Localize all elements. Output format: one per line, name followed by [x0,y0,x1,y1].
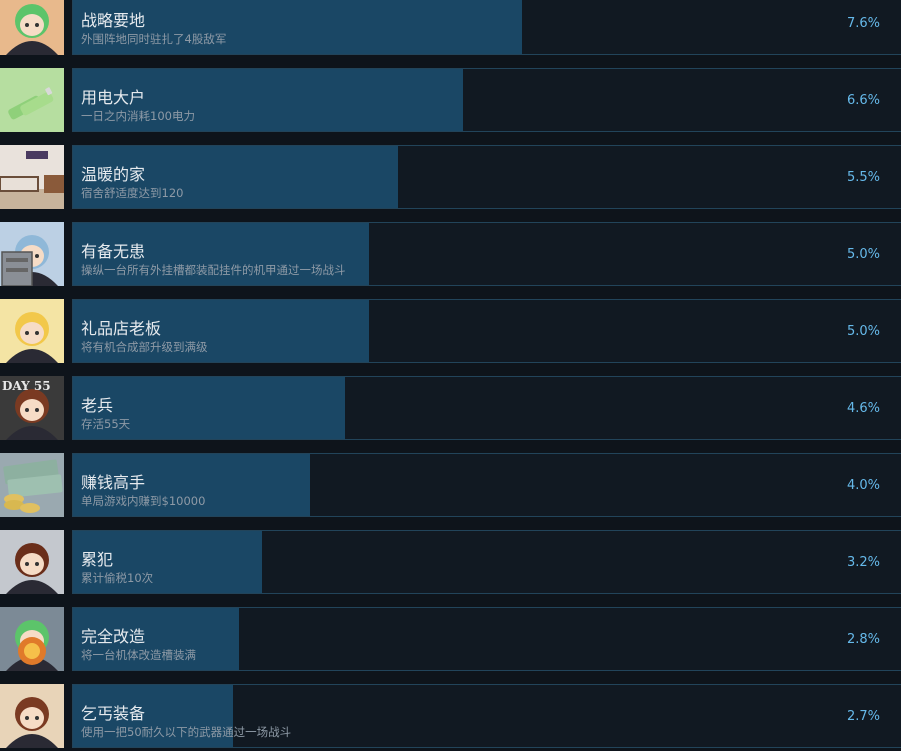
svg-text:DAY 55: DAY 55 [2,379,51,393]
achievement-row[interactable]: 完全改造将一台机体改造槽装满 2.8% [0,607,901,671]
achievement-icon-strategic-point [0,0,64,55]
achievement-description: 使用一把50耐久以下的武器通过一场战斗 [81,725,292,739]
achievement-panel: 累犯累计偷税10次 3.2% [72,530,901,594]
achievement-panel: 温暖的家宿舍舒适度达到120 5.5% [72,145,901,209]
achievement-icon-battery [0,68,64,132]
achievement-row[interactable]: 温暖的家宿舍舒适度达到120 5.5% [0,145,901,209]
achievement-row[interactable]: 用电大户一日之内消耗100电力 6.6% [0,68,901,132]
achievement-title: 用电大户 [81,88,146,107]
achievement-icon-money [0,453,64,517]
unlock-percentage: 2.8% [846,632,880,647]
unlock-percentage: 3.2% [846,555,880,570]
achievement-panel: 用电大户一日之内消耗100电力 6.6% [72,68,901,132]
unlock-percentage: 4.0% [846,478,880,493]
unlock-percentage: 4.6% [846,401,880,416]
achievement-list: 战略要地外围阵地同时驻扎了4股敌军 7.6% 用电大户一日之内消耗100电力 6.6… [0,0,901,751]
achievement-description: 一日之内消耗100电力 [81,109,195,123]
unlock-percentage: 5.0% [846,324,880,339]
achievement-title: 老兵 [81,396,114,415]
achievement-panel: 战略要地外围阵地同时驻扎了4股敌军 7.6% [72,0,901,55]
achievement-panel: 完全改造将一台机体改造槽装满 2.8% [72,607,901,671]
achievement-row[interactable]: 礼品店老板将有机合成部升级到满级 5.0% [0,299,901,363]
achievement-description: 操纵一台所有外挂槽都装配挂件的机甲通过一场战斗 [81,263,346,277]
achievement-panel: 乞丐装备使用一把50耐久以下的武器通过一场战斗 2.7% [72,684,901,748]
unlock-percentage: 6.6% [846,93,880,108]
achievement-description: 宿舍舒适度达到120 [81,186,184,200]
achievement-panel: 礼品店老板将有机合成部升级到满级 5.0% [72,299,901,363]
achievement-description: 外围阵地同时驻扎了4股敌军 [81,32,227,46]
achievement-title: 有备无患 [81,242,146,261]
achievement-title: 完全改造 [81,627,146,646]
achievement-title: 累犯 [81,550,114,569]
achievement-description: 单局游戏内赚到$10000 [81,494,206,508]
achievement-description: 将一台机体改造槽装满 [81,648,196,662]
achievement-icon-repeat-offender [0,530,64,594]
achievement-panel: 老兵存活55天 4.6% [72,376,901,440]
achievement-icon-mech-pilot [0,222,64,286]
achievement-row[interactable]: 有备无患操纵一台所有外挂槽都装配挂件的机甲通过一场战斗 5.0% [0,222,901,286]
unlock-percentage: 7.6% [846,16,880,31]
achievement-icon-full-upgrade [0,607,64,671]
achievement-icon-veteran-day-55: DAY 55 [0,376,64,440]
achievement-row[interactable]: 乞丐装备使用一把50耐久以下的武器通过一场战斗 2.7% [0,684,901,748]
achievement-panel: 有备无患操纵一台所有外挂槽都装配挂件的机甲通过一场战斗 5.0% [72,222,901,286]
achievement-title: 赚钱高手 [81,473,146,492]
achievement-icon-witch [0,299,64,363]
achievement-icon-dorm-room [0,145,64,209]
achievement-description: 将有机合成部升级到满级 [81,340,208,354]
unlock-percentage: 2.7% [846,709,880,724]
achievement-description: 累计偷税10次 [81,571,154,585]
achievement-title: 温暖的家 [81,165,146,184]
achievement-icon-beggar-gear [0,684,64,748]
achievement-title: 战略要地 [81,11,146,30]
achievement-panel: 赚钱高手单局游戏内赚到$10000 4.0% [72,453,901,517]
achievement-title: 礼品店老板 [81,319,162,338]
achievement-title: 乞丐装备 [81,704,146,723]
achievement-row[interactable]: DAY 55 老兵存活55天 4.6% [0,376,901,440]
achievement-row[interactable]: 赚钱高手单局游戏内赚到$10000 4.0% [0,453,901,517]
achievement-description: 存活55天 [81,417,131,431]
unlock-percentage: 5.5% [846,170,880,185]
achievement-row[interactable]: 累犯累计偷税10次 3.2% [0,530,901,594]
unlock-percentage: 5.0% [846,247,880,262]
achievement-row[interactable]: 战略要地外围阵地同时驻扎了4股敌军 7.6% [0,0,901,55]
